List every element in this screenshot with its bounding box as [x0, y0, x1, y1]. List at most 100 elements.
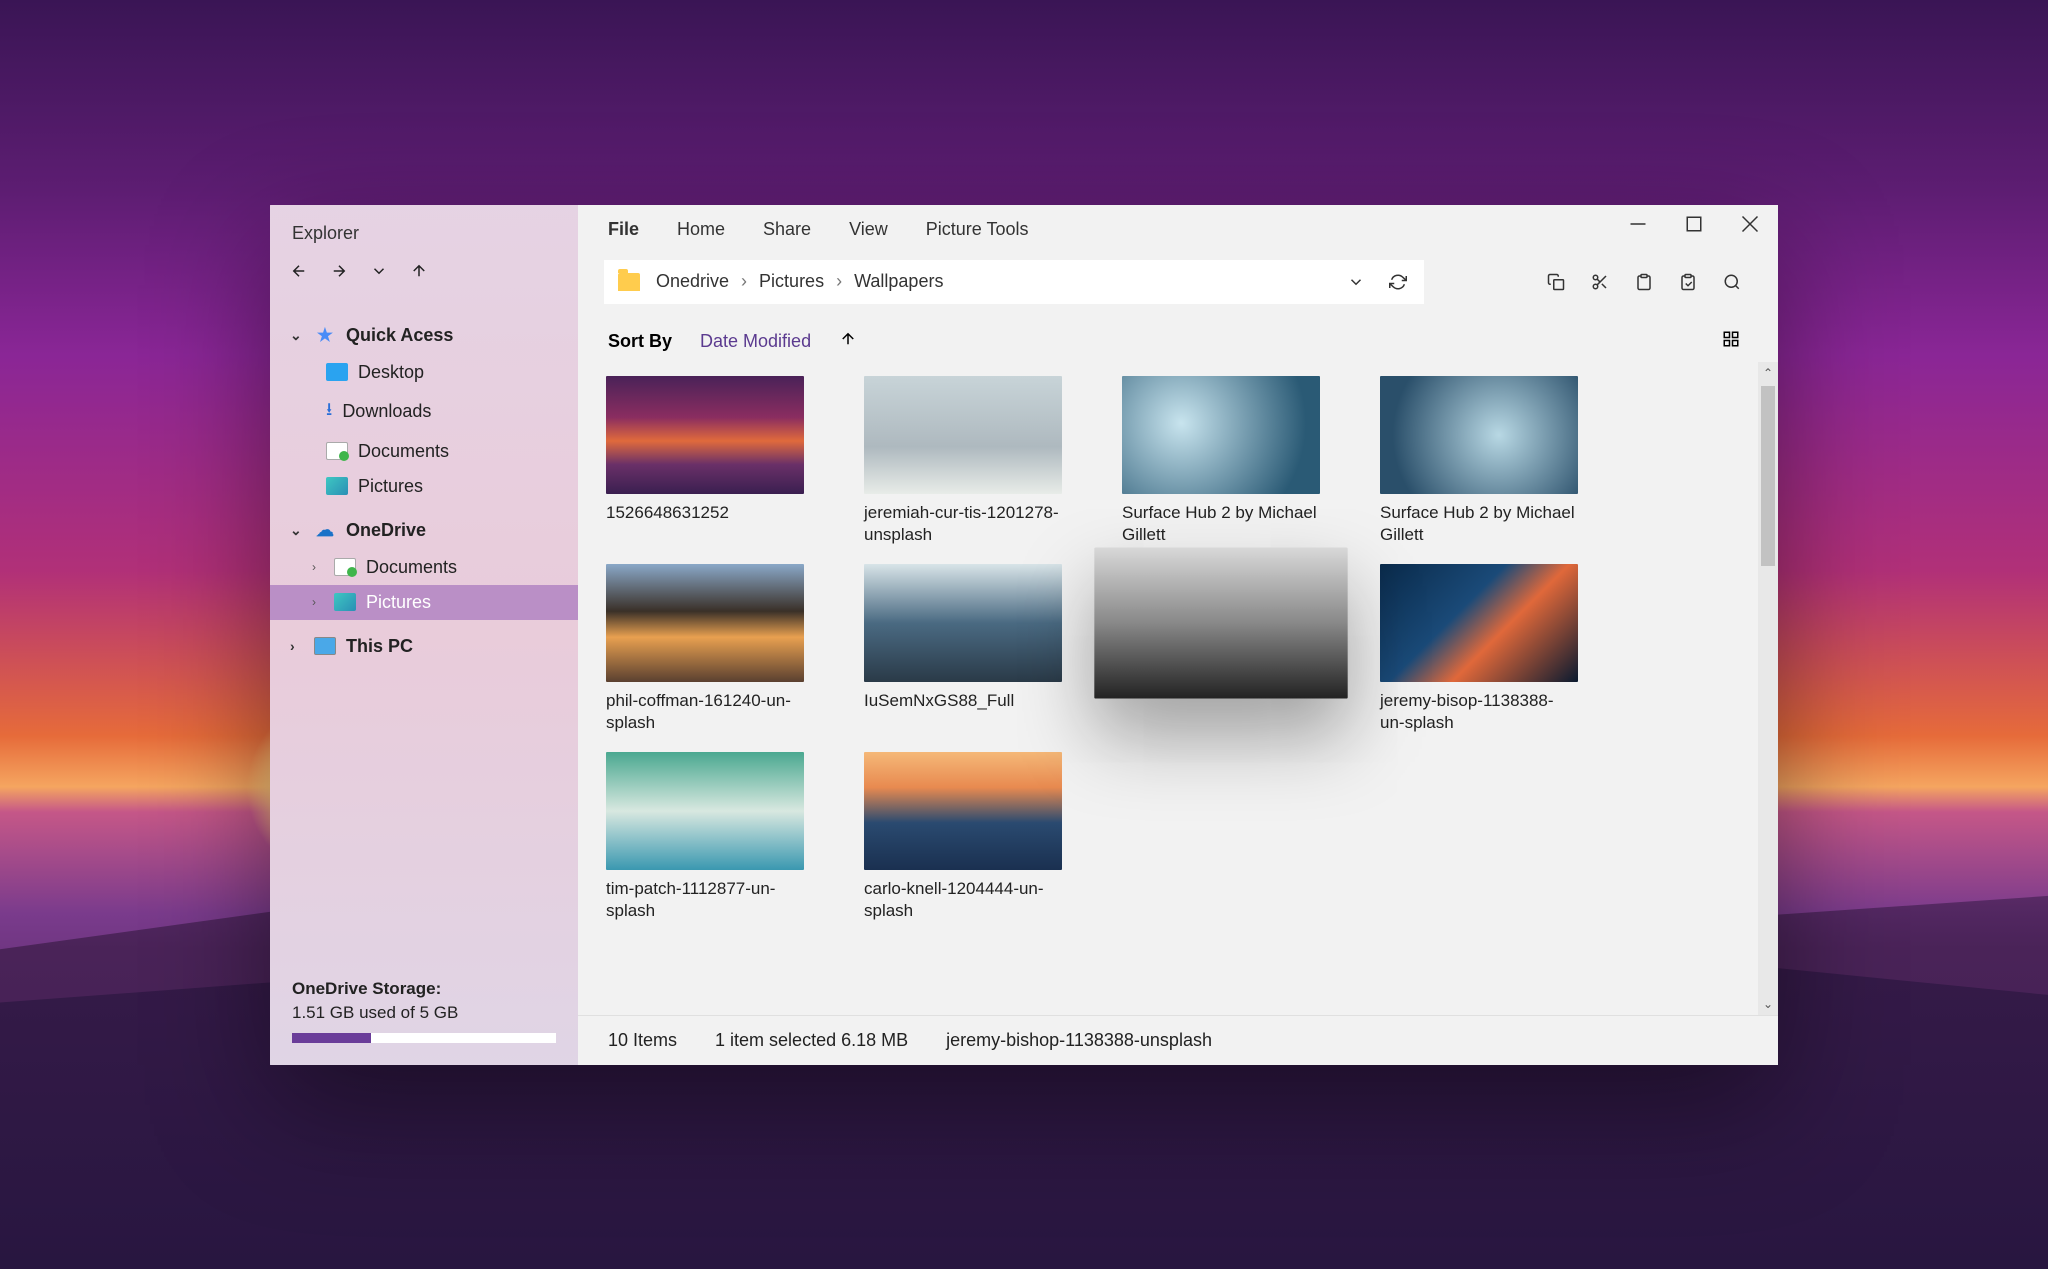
- status-selection: 1 item selected 6.18 MB: [715, 1030, 908, 1051]
- folder-icon: [618, 273, 640, 291]
- file-thumbnail-hovered[interactable]: [1122, 564, 1320, 734]
- ribbon-view[interactable]: View: [849, 219, 888, 240]
- tree-item-label: Documents: [366, 557, 457, 578]
- scroll-thumb[interactable]: [1761, 386, 1775, 566]
- ribbon: File Home Share View Picture Tools: [578, 205, 1778, 254]
- thumbnail-image: [606, 564, 804, 682]
- file-name: jeremy-bisop-1138388-un-splash: [1380, 690, 1578, 734]
- toolbar: [1524, 262, 1752, 302]
- thumbnail-image: [606, 752, 804, 870]
- file-thumbnail[interactable]: 1526648631252: [606, 376, 804, 546]
- chevron-down-icon: ⌄: [290, 327, 304, 344]
- tree-item-label: Pictures: [358, 476, 423, 497]
- file-thumbnail[interactable]: jeremiah-cur-tis-1201278-unsplash: [864, 376, 1062, 546]
- thumbnail-image: [1380, 564, 1578, 682]
- file-name: phil-coffman-161240-un-splash: [606, 690, 804, 734]
- pc-icon: [314, 637, 336, 655]
- tree-item-downloads[interactable]: ⭳ Downloads: [270, 390, 578, 434]
- document-icon: [334, 558, 356, 576]
- minimize-button[interactable]: [1610, 205, 1666, 243]
- nav-up-button[interactable]: [410, 262, 428, 285]
- sort-option[interactable]: Date Modified: [700, 331, 811, 352]
- desktop-icon: [326, 363, 348, 381]
- file-name: IuSemNxGS88_Full: [864, 690, 1062, 712]
- search-button[interactable]: [1712, 262, 1752, 302]
- tree-item-onedrive-pictures[interactable]: › Pictures: [270, 585, 578, 620]
- maximize-button[interactable]: [1666, 205, 1722, 243]
- cloud-icon: ☁: [314, 520, 336, 542]
- tree-item-desktop[interactable]: Desktop: [270, 355, 578, 390]
- thumbnail-image: [1122, 376, 1320, 494]
- address-history-dropdown[interactable]: [1344, 262, 1368, 302]
- ribbon-file[interactable]: File: [608, 219, 639, 240]
- thumbnail-image: [864, 752, 1062, 870]
- tree-label: This PC: [346, 636, 413, 657]
- copy-button[interactable]: [1536, 262, 1576, 302]
- file-thumbnail[interactable]: carlo-knell-1204444-un-splash: [864, 752, 1062, 922]
- breadcrumb-separator: ›: [830, 271, 848, 292]
- file-thumbnail[interactable]: tim-patch-1112877-un-splash: [606, 752, 804, 922]
- scroll-down-button[interactable]: ⌄: [1758, 993, 1778, 1015]
- file-name: Surface Hub 2 by Michael Gillett: [1122, 502, 1320, 546]
- tree-quick-access[interactable]: ⌄ ★ Quick Acess: [270, 317, 578, 355]
- breadcrumb-segment[interactable]: Wallpapers: [848, 271, 949, 292]
- breadcrumb-segment[interactable]: Onedrive: [650, 271, 735, 292]
- view-grid-button[interactable]: [1722, 330, 1740, 354]
- file-thumbnail[interactable]: jeremy-bisop-1138388-un-splash: [1380, 564, 1578, 734]
- thumbnail-image: [606, 376, 804, 494]
- chevron-down-icon: ⌄: [290, 522, 304, 539]
- pictures-icon: [326, 477, 348, 495]
- file-name: jeremiah-cur-tis-1201278-unsplash: [864, 502, 1062, 546]
- tree-item-label: Desktop: [358, 362, 424, 383]
- app-title: Explorer: [270, 205, 578, 258]
- tree-label: OneDrive: [346, 520, 426, 541]
- sort-direction-button[interactable]: [839, 330, 857, 353]
- paste-button[interactable]: [1624, 262, 1664, 302]
- paste-shortcut-button[interactable]: [1668, 262, 1708, 302]
- tree-item-onedrive-documents[interactable]: › Documents: [270, 550, 578, 585]
- file-name: Surface Hub 2 by Michael Gillett: [1380, 502, 1578, 546]
- file-thumbnail[interactable]: IuSemNxGS88_Full: [864, 564, 1062, 734]
- tree-item-pictures[interactable]: Pictures: [270, 469, 578, 504]
- file-name: 1526648631252: [606, 502, 804, 524]
- file-grid: 1526648631252 jeremiah-cur-tis-1201278-u…: [606, 376, 1750, 923]
- close-button[interactable]: [1722, 205, 1778, 243]
- file-grid-container: 1526648631252 jeremiah-cur-tis-1201278-u…: [578, 362, 1778, 1015]
- tree-this-pc[interactable]: › This PC: [270, 628, 578, 665]
- status-selected-name: jeremy-bishop-1138388-unsplash: [946, 1030, 1212, 1051]
- nav-buttons: [270, 258, 578, 303]
- refresh-button[interactable]: [1386, 262, 1410, 302]
- tree-item-documents[interactable]: Documents: [270, 434, 578, 469]
- breadcrumb-separator: ›: [735, 271, 753, 292]
- file-thumbnail[interactable]: phil-coffman-161240-un-splash: [606, 564, 804, 734]
- chevron-right-icon: ›: [312, 560, 324, 574]
- nav-back-button[interactable]: [290, 262, 308, 285]
- scrollbar[interactable]: ⌃ ⌄: [1758, 362, 1778, 1015]
- storage-panel: OneDrive Storage: 1.51 GB used of 5 GB: [270, 969, 578, 1065]
- nav-recent-dropdown[interactable]: [370, 262, 388, 285]
- storage-bar: [292, 1033, 556, 1043]
- file-name: carlo-knell-1204444-un-splash: [864, 878, 1062, 922]
- storage-fill: [292, 1033, 371, 1043]
- breadcrumb-segment[interactable]: Pictures: [753, 271, 830, 292]
- ribbon-share[interactable]: Share: [763, 219, 811, 240]
- file-thumbnail[interactable]: Surface Hub 2 by Michael Gillett: [1122, 376, 1320, 546]
- star-icon: ★: [314, 325, 336, 347]
- ribbon-picture-tools[interactable]: Picture Tools: [926, 219, 1029, 240]
- nav-forward-button[interactable]: [330, 262, 348, 285]
- storage-text: 1.51 GB used of 5 GB: [292, 1003, 556, 1023]
- address-bar[interactable]: Onedrive › Pictures › Wallpapers: [604, 260, 1424, 304]
- status-item-count: 10 Items: [608, 1030, 677, 1051]
- tree-onedrive[interactable]: ⌄ ☁ OneDrive: [270, 512, 578, 550]
- scroll-up-button[interactable]: ⌃: [1758, 362, 1778, 384]
- tree-item-label: Documents: [358, 441, 449, 462]
- document-icon: [326, 442, 348, 460]
- address-row: Onedrive › Pictures › Wallpapers: [578, 254, 1778, 318]
- file-thumbnail[interactable]: Surface Hub 2 by Michael Gillett: [1380, 376, 1578, 546]
- status-bar: 10 Items 1 item selected 6.18 MB jeremy-…: [578, 1015, 1778, 1065]
- cut-button[interactable]: [1580, 262, 1620, 302]
- explorer-window: Explorer ⌄ ★ Quick Acess: [270, 205, 1778, 1065]
- main-panel: File Home Share View Picture Tools Onedr…: [578, 205, 1778, 1065]
- ribbon-home[interactable]: Home: [677, 219, 725, 240]
- thumbnail-image: [1380, 376, 1578, 494]
